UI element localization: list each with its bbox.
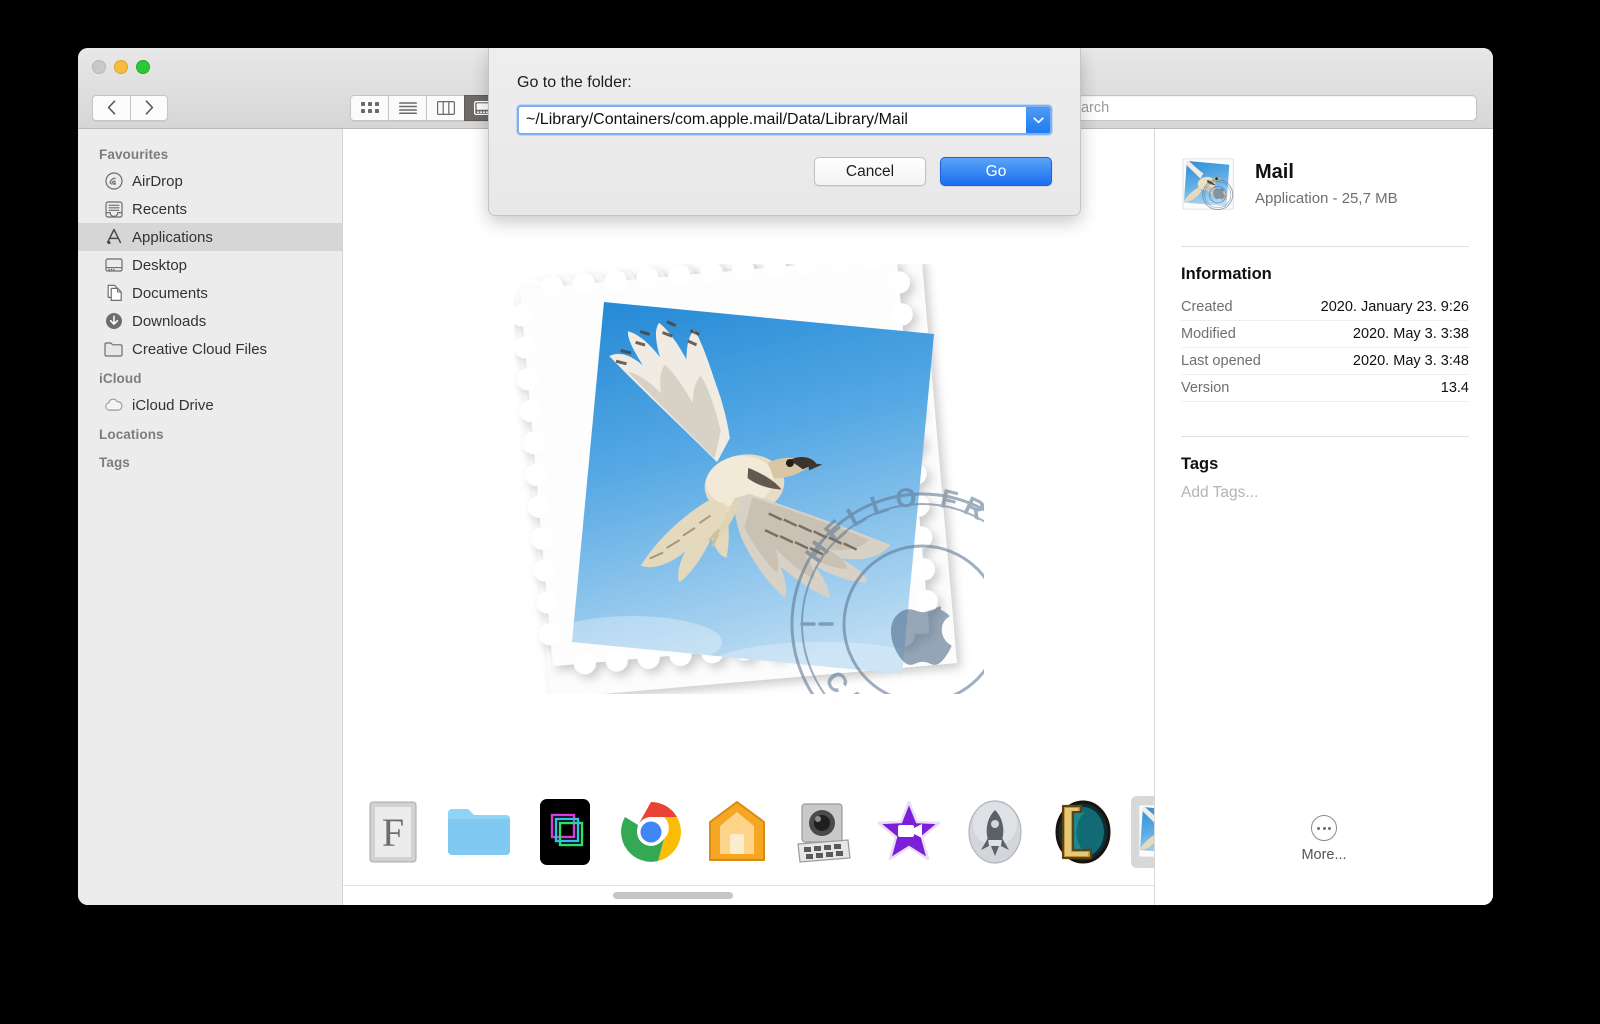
sidebar-item-label: AirDrop — [132, 172, 183, 190]
go-button[interactable]: Go — [940, 157, 1052, 186]
sidebar-item-label: iCloud Drive — [132, 396, 214, 414]
desktop-icon — [104, 256, 123, 275]
finder-sidebar: Favourites AirDrop Recents Applications … — [78, 129, 343, 905]
window-body: Favourites AirDrop Recents Applications … — [78, 129, 1493, 905]
finder-window: Applications — [78, 48, 1493, 905]
dialog-label: Go to the folder: — [517, 74, 632, 91]
cancel-button[interactable]: Cancel — [814, 157, 926, 186]
sidebar-header-icloud: iCloud — [99, 371, 142, 386]
folder-path-combobox[interactable] — [517, 105, 1052, 135]
search-field[interactable] — [1033, 94, 1477, 121]
gallery-preview-pane: HELLO FROM CALIFORNIA — [343, 129, 1155, 905]
info-header: Mail Application - 25,7 MB — [1181, 157, 1469, 218]
icon-view-button[interactable] — [350, 94, 388, 121]
info-value: 2020. January 23. 9:26 — [1320, 299, 1469, 315]
sidebar-item-downloads[interactable]: Downloads — [78, 307, 342, 335]
font-book-app-icon[interactable]: F — [357, 796, 429, 868]
folder-icon — [104, 340, 123, 359]
sidebar-item-documents[interactable]: Documents — [78, 279, 342, 307]
more-icon — [1311, 815, 1337, 841]
mail-app-icon[interactable] — [1131, 796, 1154, 868]
info-row-modified: Modified 2020. May 3. 3:38 — [1181, 321, 1469, 348]
airdrop-icon — [104, 172, 123, 191]
info-row-created: Created 2020. January 23. 9:26 — [1181, 294, 1469, 321]
list-view-button[interactable] — [388, 94, 426, 121]
dot — [1328, 826, 1331, 830]
sidebar-item-icloud-drive[interactable]: iCloud Drive — [78, 391, 342, 419]
sidebar-item-label: Downloads — [132, 312, 207, 330]
info-key: Version — [1181, 380, 1230, 396]
info-value: 2020. May 3. 3:38 — [1352, 326, 1469, 342]
documents-icon — [104, 284, 123, 303]
sidebar-item-recents[interactable]: Recents — [78, 195, 342, 223]
downloads-icon — [104, 312, 123, 331]
home-app-icon[interactable] — [701, 796, 773, 868]
divider — [1181, 246, 1469, 247]
divider — [1181, 436, 1469, 437]
back-button[interactable] — [92, 94, 130, 121]
sidebar-item-applications[interactable]: Applications — [78, 223, 342, 251]
mail-stamp-preview: HELLO FROM CALIFORNIA — [510, 247, 1053, 756]
column-view-button[interactable] — [426, 94, 464, 121]
information-section-title: Information — [1181, 265, 1272, 283]
file-name: Mail — [1255, 161, 1294, 183]
sidebar-item-label: Desktop — [132, 256, 188, 274]
recents-icon — [104, 200, 123, 219]
applications-icon — [104, 228, 123, 247]
dialog-buttons: Cancel Go — [517, 157, 1052, 186]
sidebar-item-label: Creative Cloud Files — [132, 340, 268, 358]
sidebar-header-favourites: Favourites — [99, 147, 169, 162]
sidebar-item-label: Documents — [132, 284, 208, 302]
application-icon-row: F — [343, 787, 1154, 877]
scrollbar-thumb[interactable] — [613, 892, 733, 899]
info-panel: Mail Application - 25,7 MB Information C… — [1155, 129, 1493, 905]
navigation-buttons — [92, 94, 168, 121]
dot — [1322, 826, 1326, 830]
view-mode-buttons — [350, 94, 502, 121]
more-label: More... — [1301, 847, 1347, 863]
horizontal-scrollbar[interactable] — [343, 885, 1154, 905]
info-value: 2020. May 3. 3:48 — [1352, 353, 1469, 369]
dot — [1317, 826, 1320, 830]
info-value: 13.4 — [1440, 380, 1469, 396]
sidebar-item-label: Applications — [132, 228, 213, 246]
sidebar-item-desktop[interactable]: Desktop — [78, 251, 342, 279]
sidebar-header-locations: Locations — [99, 427, 164, 442]
info-row-last-opened: Last opened 2020. May 3. 3:48 — [1181, 348, 1469, 375]
search-input[interactable] — [1063, 99, 1468, 116]
icloud-icon — [104, 396, 123, 415]
more-button[interactable]: More... — [1155, 815, 1493, 863]
info-row-version: Version 13.4 — [1181, 375, 1469, 402]
graphics-app-icon[interactable] — [529, 796, 601, 868]
forward-button[interactable] — [130, 94, 168, 121]
imovie-app-icon[interactable] — [873, 796, 945, 868]
tags-section-title: Tags — [1181, 455, 1219, 473]
sidebar-item-label: Recents — [132, 200, 188, 218]
info-key: Created — [1181, 299, 1233, 315]
sidebar-item-creative-cloud-files[interactable]: Creative Cloud Files — [78, 335, 342, 363]
sidebar-item-airdrop[interactable]: AirDrop — [78, 167, 342, 195]
info-key: Last opened — [1181, 353, 1261, 369]
league-of-legends-app-icon[interactable] — [1045, 796, 1117, 868]
folder-path-input[interactable] — [519, 107, 1026, 133]
sidebar-header-tags: Tags — [99, 455, 130, 470]
svg-text:F: F — [382, 810, 404, 855]
info-key: Modified — [1181, 326, 1236, 342]
add-tags-field[interactable]: Add Tags... — [1181, 484, 1469, 502]
folder-app-icon[interactable] — [443, 796, 515, 868]
path-history-chevron-down-icon[interactable] — [1026, 107, 1050, 133]
google-chrome-app-icon[interactable] — [615, 796, 687, 868]
mail-icon-large — [1181, 157, 1239, 218]
image-capture-app-icon[interactable] — [787, 796, 859, 868]
file-kind-size: Application - 25,7 MB — [1255, 190, 1398, 207]
go-to-folder-dialog: Go to the folder: Cancel Go — [488, 48, 1081, 216]
launchpad-app-icon[interactable] — [959, 796, 1031, 868]
